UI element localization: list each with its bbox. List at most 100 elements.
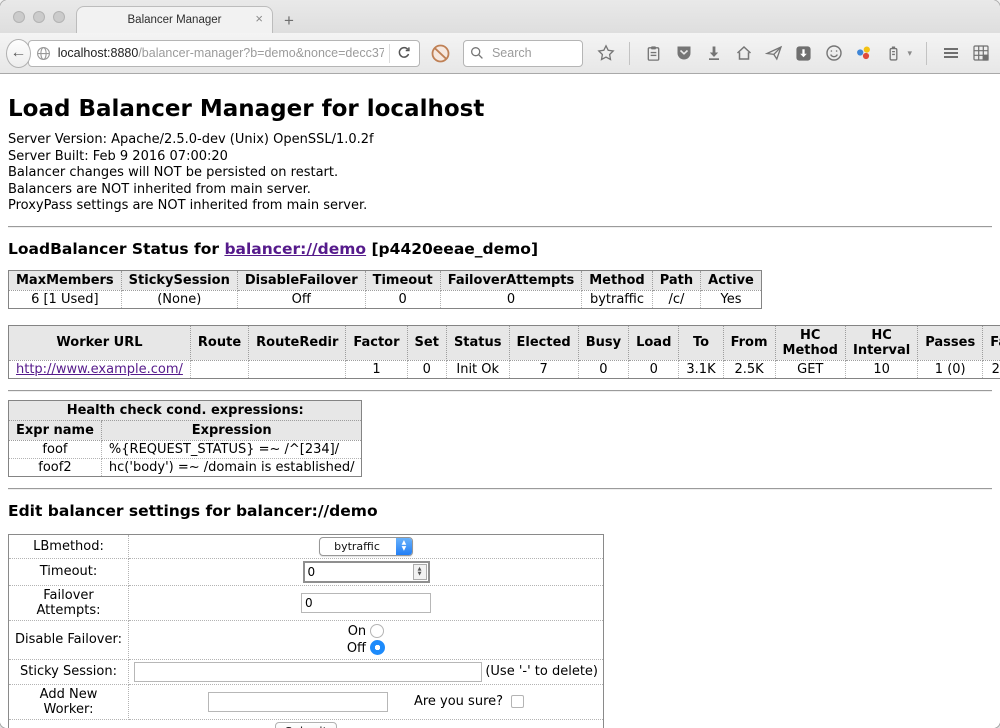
sticky-session-hint: (Use '-' to delete) <box>485 664 598 679</box>
cell-failoverattempts: 0 <box>440 290 582 308</box>
blocked-icon[interactable] <box>431 44 450 63</box>
server-version-line: Server Version: Apache/2.5.0-dev (Unix) … <box>8 132 992 149</box>
dropdown-caret-icon[interactable]: ▾ <box>907 48 912 59</box>
notice-line: ProxyPass settings are NOT inherited fro… <box>8 198 992 215</box>
page-content: Load Balancer Manager for localhost Serv… <box>0 74 1000 728</box>
cell-active: Yes <box>701 290 762 308</box>
tab-close-icon[interactable]: × <box>255 12 263 25</box>
new-tab-button[interactable]: + <box>284 12 294 29</box>
cell-status: Init Ok <box>446 360 509 378</box>
submit-button[interactable]: Submit <box>275 722 338 728</box>
timeout-label: Timeout: <box>9 558 129 585</box>
table-title-row: Health check cond. expressions: <box>9 400 362 420</box>
col-failoverattempts: FailoverAttempts <box>440 270 582 290</box>
col-hc-interval: HC Interval <box>845 325 917 360</box>
table-row: foof %{REQUEST_STATUS} =~ /^[234]/ <box>9 440 362 458</box>
are-you-sure-label: Are you sure? <box>414 694 503 709</box>
toolbar-icons: ▾ <box>596 42 990 65</box>
table-row: 6 [1 Used] (None) Off 0 0 bytraffic /c/ … <box>9 290 762 308</box>
battery-icon[interactable] <box>884 44 903 63</box>
failover-attempts-input[interactable] <box>301 593 431 613</box>
table-row: http://www.example.com/ 1 0 Init Ok 7 0 … <box>9 360 1000 378</box>
form-row-submit: Submit <box>9 719 604 728</box>
timeout-input[interactable] <box>305 565 413 579</box>
back-arrow-icon: ← <box>10 44 26 62</box>
disable-failover-label: Disable Failover: <box>9 620 129 659</box>
form-row-lbmethod: LBmethod: bytraffic ▲▼ <box>9 534 604 558</box>
col-maxmembers: MaxMembers <box>9 270 122 290</box>
send-icon[interactable] <box>764 44 783 63</box>
add-worker-input[interactable] <box>208 692 388 712</box>
status-heading-prefix: LoadBalancer Status for <box>8 240 224 258</box>
tab-balancer-manager[interactable]: Balancer Manager × <box>76 6 273 33</box>
failover-attempts-label: Failover Attempts: <box>9 585 129 620</box>
sticky-session-label: Sticky Session: <box>9 659 129 684</box>
number-spinner-icon[interactable]: ▲▼ <box>413 564 427 580</box>
notice-line: Balancers are NOT inherited from main se… <box>8 182 992 199</box>
star-icon[interactable] <box>596 44 615 63</box>
grid-icon[interactable] <box>971 44 990 63</box>
col-path: Path <box>652 270 700 290</box>
notice-line: Balancer changes will NOT be persisted o… <box>8 165 992 182</box>
url-divider <box>389 44 390 63</box>
edit-settings-heading: Edit balancer settings for balancer://de… <box>8 502 992 520</box>
form-row-timeout: Timeout: ▲▼ <box>9 558 604 585</box>
url-text[interactable]: localhost:8880/balancer-manager?b=demo&n… <box>58 46 384 60</box>
col-expression: Expression <box>101 420 362 440</box>
back-button[interactable]: ← <box>6 39 31 68</box>
cell-hc-interval: 10 <box>845 360 917 378</box>
col-passes: Passes <box>918 325 983 360</box>
col-worker-url: Worker URL <box>9 325 191 360</box>
lbmethod-select[interactable]: bytraffic ▲▼ <box>319 537 413 556</box>
reload-icon[interactable] <box>395 44 414 63</box>
cell-timeout: 0 <box>365 290 440 308</box>
radio-on-label: On <box>348 624 366 639</box>
cell-passes: 1 (0) <box>918 360 983 378</box>
cell-factor: 1 <box>346 360 407 378</box>
smiley-icon[interactable] <box>824 44 843 63</box>
cell-load: 0 <box>629 360 679 378</box>
extension-icon[interactable] <box>794 44 813 63</box>
form-row-failover-attempts: Failover Attempts: <box>9 585 604 620</box>
cell-fails: 2 (0) <box>983 360 1000 378</box>
multicolor-dots-icon[interactable] <box>854 44 873 63</box>
home-icon[interactable] <box>734 44 753 63</box>
download-icon[interactable] <box>704 44 723 63</box>
balancer-params-table: MaxMembers StickySession DisableFailover… <box>8 270 762 309</box>
close-window-button[interactable] <box>13 11 25 23</box>
col-disablefailover: DisableFailover <box>237 270 365 290</box>
cell-path: /c/ <box>652 290 700 308</box>
worker-table: Worker URL Route RouteRedir Factor Set S… <box>8 325 1000 379</box>
form-row-sticky-session: Sticky Session: (Use '-' to delete) <box>9 659 604 684</box>
divider <box>8 390 992 392</box>
menu-icon[interactable] <box>941 44 960 63</box>
balancer-demo-link[interactable]: balancer://demo <box>224 240 366 258</box>
toolbar-separator <box>629 42 630 65</box>
url-bar[interactable]: localhost:8880/balancer-manager?b=demo&n… <box>28 40 420 67</box>
cell-elected: 7 <box>509 360 578 378</box>
minimize-window-button[interactable] <box>33 11 45 23</box>
table-header-row: Expr name Expression <box>9 420 362 440</box>
are-you-sure-checkbox[interactable] <box>511 695 524 708</box>
cell-disablefailover: Off <box>237 290 365 308</box>
divider <box>8 488 992 490</box>
radio-on[interactable] <box>370 624 384 638</box>
search-input[interactable] <box>490 45 577 61</box>
server-built-line: Server Built: Feb 9 2016 07:00:20 <box>8 149 992 166</box>
pocket-icon[interactable] <box>674 44 693 63</box>
window-controls <box>13 11 65 23</box>
navigation-toolbar: ← localhost:8880/balancer-manager?b=demo… <box>0 33 1000 74</box>
balancer-status-heading: LoadBalancer Status for balancer://demo … <box>8 240 992 258</box>
url-domain: localhost:8880 <box>58 46 139 60</box>
clipboard-icon[interactable] <box>644 44 663 63</box>
worker-url-link[interactable]: http://www.example.com/ <box>16 362 183 377</box>
search-bar[interactable] <box>463 40 584 67</box>
globe-icon <box>34 44 53 63</box>
radio-off-label: Off <box>347 641 366 656</box>
cell-busy: 0 <box>578 360 628 378</box>
radio-off[interactable] <box>370 640 385 655</box>
col-timeout: Timeout <box>365 270 440 290</box>
search-icon <box>470 44 485 63</box>
sticky-session-input[interactable] <box>134 662 482 682</box>
zoom-window-button[interactable] <box>53 11 65 23</box>
